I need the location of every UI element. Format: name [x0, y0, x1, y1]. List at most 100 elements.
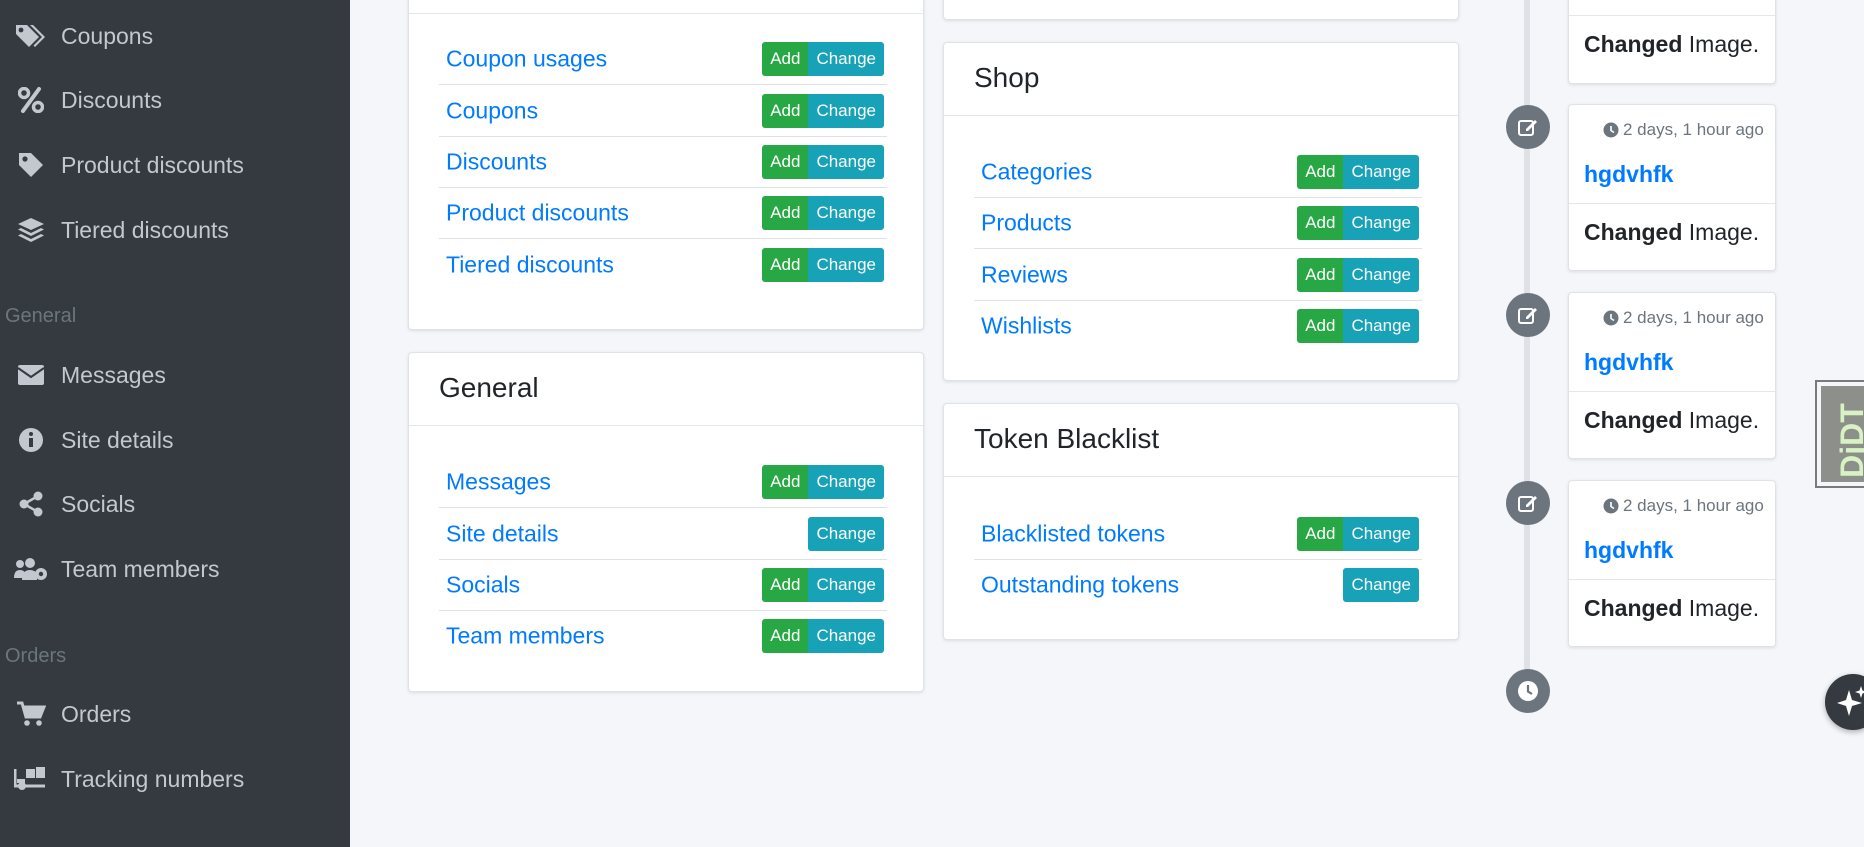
- change-button[interactable]: Change: [1343, 308, 1419, 343]
- model-link-messages[interactable]: Messages: [446, 468, 551, 495]
- percent-icon: [14, 83, 48, 117]
- change-button[interactable]: Change: [808, 618, 884, 653]
- card-header-divider: [409, 13, 923, 14]
- card-header: General: [409, 353, 923, 426]
- model-row-wishlists: Wishlists Add Change: [974, 300, 1422, 351]
- sidebar-item-tiered-discounts[interactable]: Tiered discounts: [0, 204, 350, 256]
- model-row-outstanding-tokens: Outstanding tokens Change: [974, 559, 1422, 610]
- add-button[interactable]: Add: [762, 618, 809, 653]
- sidebar-item-discounts[interactable]: Discounts: [0, 74, 350, 126]
- model-row-tiered-discounts: Tiered discounts Add Change: [439, 239, 887, 290]
- info-circle-icon: [14, 423, 48, 457]
- timeline-entry-body: Changed Image.: [1569, 203, 1775, 271]
- change-button[interactable]: Change: [1343, 154, 1419, 189]
- sidebar-item-label: Product discounts: [61, 151, 244, 178]
- change-button[interactable]: Change: [808, 144, 884, 179]
- model-link-wishlists[interactable]: Wishlists: [981, 312, 1072, 339]
- model-link-categories[interactable]: Categories: [981, 158, 1092, 185]
- model-link-product-discounts[interactable]: Product discounts: [446, 199, 629, 226]
- sidebar-item-label: Team members: [61, 555, 220, 582]
- model-row-reviews: Reviews Add Change: [974, 249, 1422, 301]
- add-button[interactable]: Add: [762, 195, 809, 230]
- app-card-token-blacklist: Token Blacklist Blacklisted tokens Add Ch…: [943, 403, 1459, 640]
- sidebar-item-orders[interactable]: Orders: [0, 688, 350, 740]
- card-title: Shop: [974, 62, 1040, 93]
- model-link-blacklisted-tokens[interactable]: Blacklisted tokens: [981, 520, 1165, 547]
- add-button[interactable]: Add: [762, 567, 809, 602]
- timeline-entry: 2 days, 1 hour ago hgdvhfk Changed Image…: [1568, 104, 1776, 271]
- model-link-tiered-discounts[interactable]: Tiered discounts: [446, 251, 614, 278]
- timeline-title-link[interactable]: hgdvhfk: [1584, 161, 1673, 188]
- truck-loading-icon: [14, 762, 48, 796]
- model-link-site-details[interactable]: Site details: [446, 520, 559, 547]
- change-button[interactable]: Change: [808, 464, 884, 499]
- model-link-outstanding-tokens[interactable]: Outstanding tokens: [981, 571, 1179, 598]
- model-link-socials[interactable]: Socials: [446, 571, 520, 598]
- change-button[interactable]: Change: [808, 195, 884, 230]
- model-row-blacklisted-tokens: Blacklisted tokens Add Change: [974, 508, 1422, 560]
- model-link-coupons[interactable]: Coupons: [446, 97, 538, 124]
- sidebar-item-label: Messages: [61, 361, 166, 388]
- edit-icon: [1506, 293, 1550, 337]
- sidebar-item-coupons[interactable]: Coupons: [0, 10, 350, 62]
- edit-icon: [1506, 105, 1550, 149]
- sidebar-item-site-details[interactable]: Site details: [0, 414, 350, 466]
- nav-header-orders: Orders: [5, 645, 67, 667]
- add-button[interactable]: Add: [1297, 516, 1344, 551]
- card-header: Shop: [944, 43, 1458, 116]
- add-button[interactable]: Add: [1297, 205, 1344, 240]
- add-button[interactable]: Add: [762, 247, 809, 282]
- change-button[interactable]: Change: [808, 93, 884, 128]
- clock-icon: [1603, 122, 1619, 143]
- change-button[interactable]: Change: [1343, 257, 1419, 292]
- ai-assistant-button[interactable]: [1825, 674, 1864, 730]
- djdt-toolbar-handle[interactable]: DjDT: [1815, 380, 1864, 488]
- sidebar-item-label: Orders: [61, 700, 132, 727]
- add-button[interactable]: Add: [762, 93, 809, 128]
- model-link-reviews[interactable]: Reviews: [981, 261, 1068, 288]
- envelope-icon: [14, 358, 48, 392]
- add-button[interactable]: Add: [1297, 154, 1344, 189]
- change-button[interactable]: Change: [1343, 205, 1419, 240]
- djdt-label: DjDT: [1833, 403, 1864, 478]
- add-button[interactable]: Add: [762, 144, 809, 179]
- model-link-coupon-usages[interactable]: Coupon usages: [446, 45, 607, 72]
- timeline-entry: 2 days, 1 hour ago hgdvhfk Changed Image…: [1568, 292, 1776, 459]
- sidebar-item-product-discounts[interactable]: Product discounts: [0, 139, 350, 191]
- sidebar-item-tracking-numbers[interactable]: Tracking numbers: [0, 753, 350, 805]
- model-link-discounts[interactable]: Discounts: [446, 148, 547, 175]
- add-button[interactable]: Add: [762, 41, 809, 76]
- model-link-team-members[interactable]: Team members: [446, 622, 604, 649]
- sidebar-item-label: Tiered discounts: [61, 216, 229, 243]
- model-row-messages: Messages Add Change: [439, 456, 887, 508]
- timeline-title-link[interactable]: hgdvhfk: [1584, 537, 1673, 564]
- add-button[interactable]: Add: [1297, 257, 1344, 292]
- model-link-products[interactable]: Products: [981, 209, 1072, 236]
- change-button[interactable]: Change: [808, 41, 884, 76]
- model-row-team-members: Team members Add Change: [439, 610, 887, 661]
- model-row-coupon-usages: Coupon usages Add Change: [439, 33, 887, 85]
- sidebar: Coupons Discounts Product discounts Tier…: [0, 0, 350, 847]
- tag-icon: [14, 148, 48, 182]
- card-title: Token Blacklist: [974, 423, 1160, 454]
- change-button[interactable]: Change: [1343, 567, 1419, 602]
- sidebar-item-team-members[interactable]: Team members: [0, 543, 350, 595]
- timeline-line: [1524, 0, 1530, 690]
- djdt-handle-bg: DjDT: [1821, 386, 1864, 482]
- add-button[interactable]: Add: [1297, 308, 1344, 343]
- sidebar-item-socials[interactable]: Socials: [0, 478, 350, 530]
- model-row-categories: Categories Add Change: [974, 146, 1422, 198]
- add-button[interactable]: Add: [762, 464, 809, 499]
- sidebar-item-label: Site details: [61, 426, 174, 453]
- model-row-coupons: Coupons Add Change: [439, 85, 887, 137]
- change-button[interactable]: Change: [808, 247, 884, 282]
- timeline-title-link[interactable]: hgdvhfk: [1584, 349, 1673, 376]
- change-button[interactable]: Change: [808, 567, 884, 602]
- sidebar-item-messages[interactable]: Messages: [0, 349, 350, 401]
- clock-end-icon: [1506, 669, 1550, 713]
- change-button[interactable]: Change: [808, 516, 884, 551]
- edit-icon: [1506, 481, 1550, 525]
- app-card-shop: Shop Categories Add Change Products Add Ch…: [943, 42, 1459, 381]
- change-button[interactable]: Change: [1343, 516, 1419, 551]
- card-title: General: [439, 372, 539, 403]
